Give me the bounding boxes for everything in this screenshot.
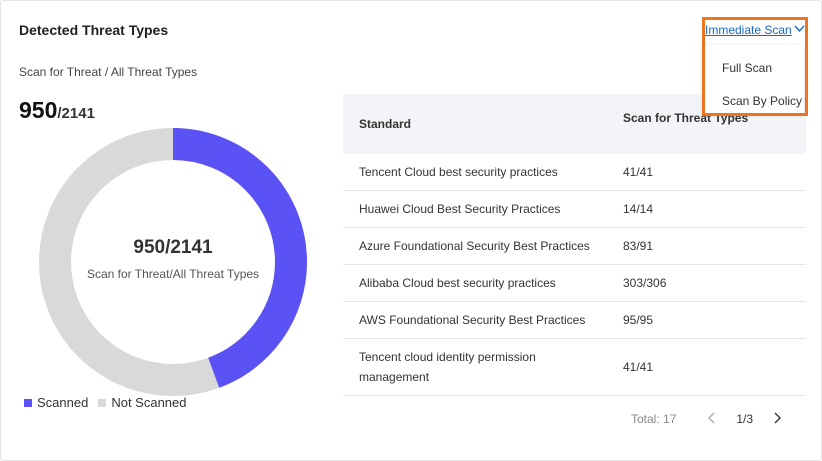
immediate-scan-link[interactable]: Immediate Scan <box>705 23 792 37</box>
cell-standard: Huawei Cloud Best Security Practices <box>359 202 561 216</box>
table-row: Alibaba Cloud best security practices 30… <box>343 265 806 302</box>
column-header-standard: Standard <box>359 117 412 131</box>
cell-standard: Tencent cloud identity permission manage… <box>359 350 536 384</box>
donut-center-label: Scan for Threat/All Threat Types <box>86 267 260 281</box>
panel-subtitle: Scan for Threat / All Threat Types <box>19 65 198 79</box>
table-row: Huawei Cloud Best Security Practices 14/… <box>343 191 806 228</box>
legend-swatch-not-scanned <box>98 398 107 407</box>
legend-label-not-scanned: Not Scanned <box>111 395 187 410</box>
summary-count: 950/2141 <box>19 97 95 124</box>
cell-standard: Tencent Cloud best security practices <box>359 165 558 179</box>
legend-label-scanned: Scanned <box>37 395 89 410</box>
cell-scan-count: 41/41 <box>623 165 654 179</box>
chevron-down-icon[interactable] <box>794 25 805 33</box>
legend-swatch-scanned <box>24 398 32 407</box>
cell-scan-count: 14/14 <box>623 202 654 216</box>
cell-scan-count: 95/95 <box>623 313 654 327</box>
table-row: AWS Foundational Security Best Practices… <box>343 302 806 339</box>
cell-standard: Alibaba Cloud best security practices <box>359 276 556 290</box>
cell-standard: Azure Foundational Security Best Practic… <box>359 239 590 253</box>
menu-item-scan-by-policy[interactable]: Scan By Policy <box>703 84 804 117</box>
scan-dropdown-menu: Full Scan Scan By Policy <box>703 45 804 114</box>
legend-item-not-scanned[interactable]: Not Scanned <box>98 395 187 410</box>
chart-legend: Scanned Not Scanned <box>24 395 187 410</box>
standards-table: Standard Scan for Threat Types Tencent C… <box>343 94 806 396</box>
menu-item-full-scan[interactable]: Full Scan <box>703 51 804 84</box>
donut-center-value: 950/2141 <box>133 237 213 258</box>
cell-scan-count: 303/306 <box>623 276 667 290</box>
pagination-total: Total: 17 <box>631 412 677 426</box>
panel-title: Detected Threat Types <box>19 22 169 38</box>
table-row: Tencent cloud identity permission manage… <box>343 339 806 396</box>
cell-standard: AWS Foundational Security Best Practices <box>359 313 586 327</box>
detected-threat-types-card: Detected Threat Types Scan for Threat / … <box>0 0 822 461</box>
next-page-icon[interactable] <box>767 411 787 427</box>
cell-scan-count: 41/41 <box>623 360 654 374</box>
donut-center-text: 950/2141 Scan for Threat/All Threat Type… <box>39 237 307 281</box>
summary-count-total: /2141 <box>57 105 95 122</box>
cell-scan-count: 83/91 <box>623 239 654 253</box>
pagination: Total: 17 1/3 <box>631 411 787 427</box>
summary-count-main: 950 <box>19 97 58 123</box>
legend-item-scanned[interactable]: Scanned <box>24 395 88 410</box>
table-row: Azure Foundational Security Best Practic… <box>343 228 806 265</box>
prev-page-icon[interactable] <box>702 411 722 427</box>
table-row: Tencent Cloud best security practices 41… <box>343 154 806 191</box>
pagination-page: 1/3 <box>736 412 754 426</box>
